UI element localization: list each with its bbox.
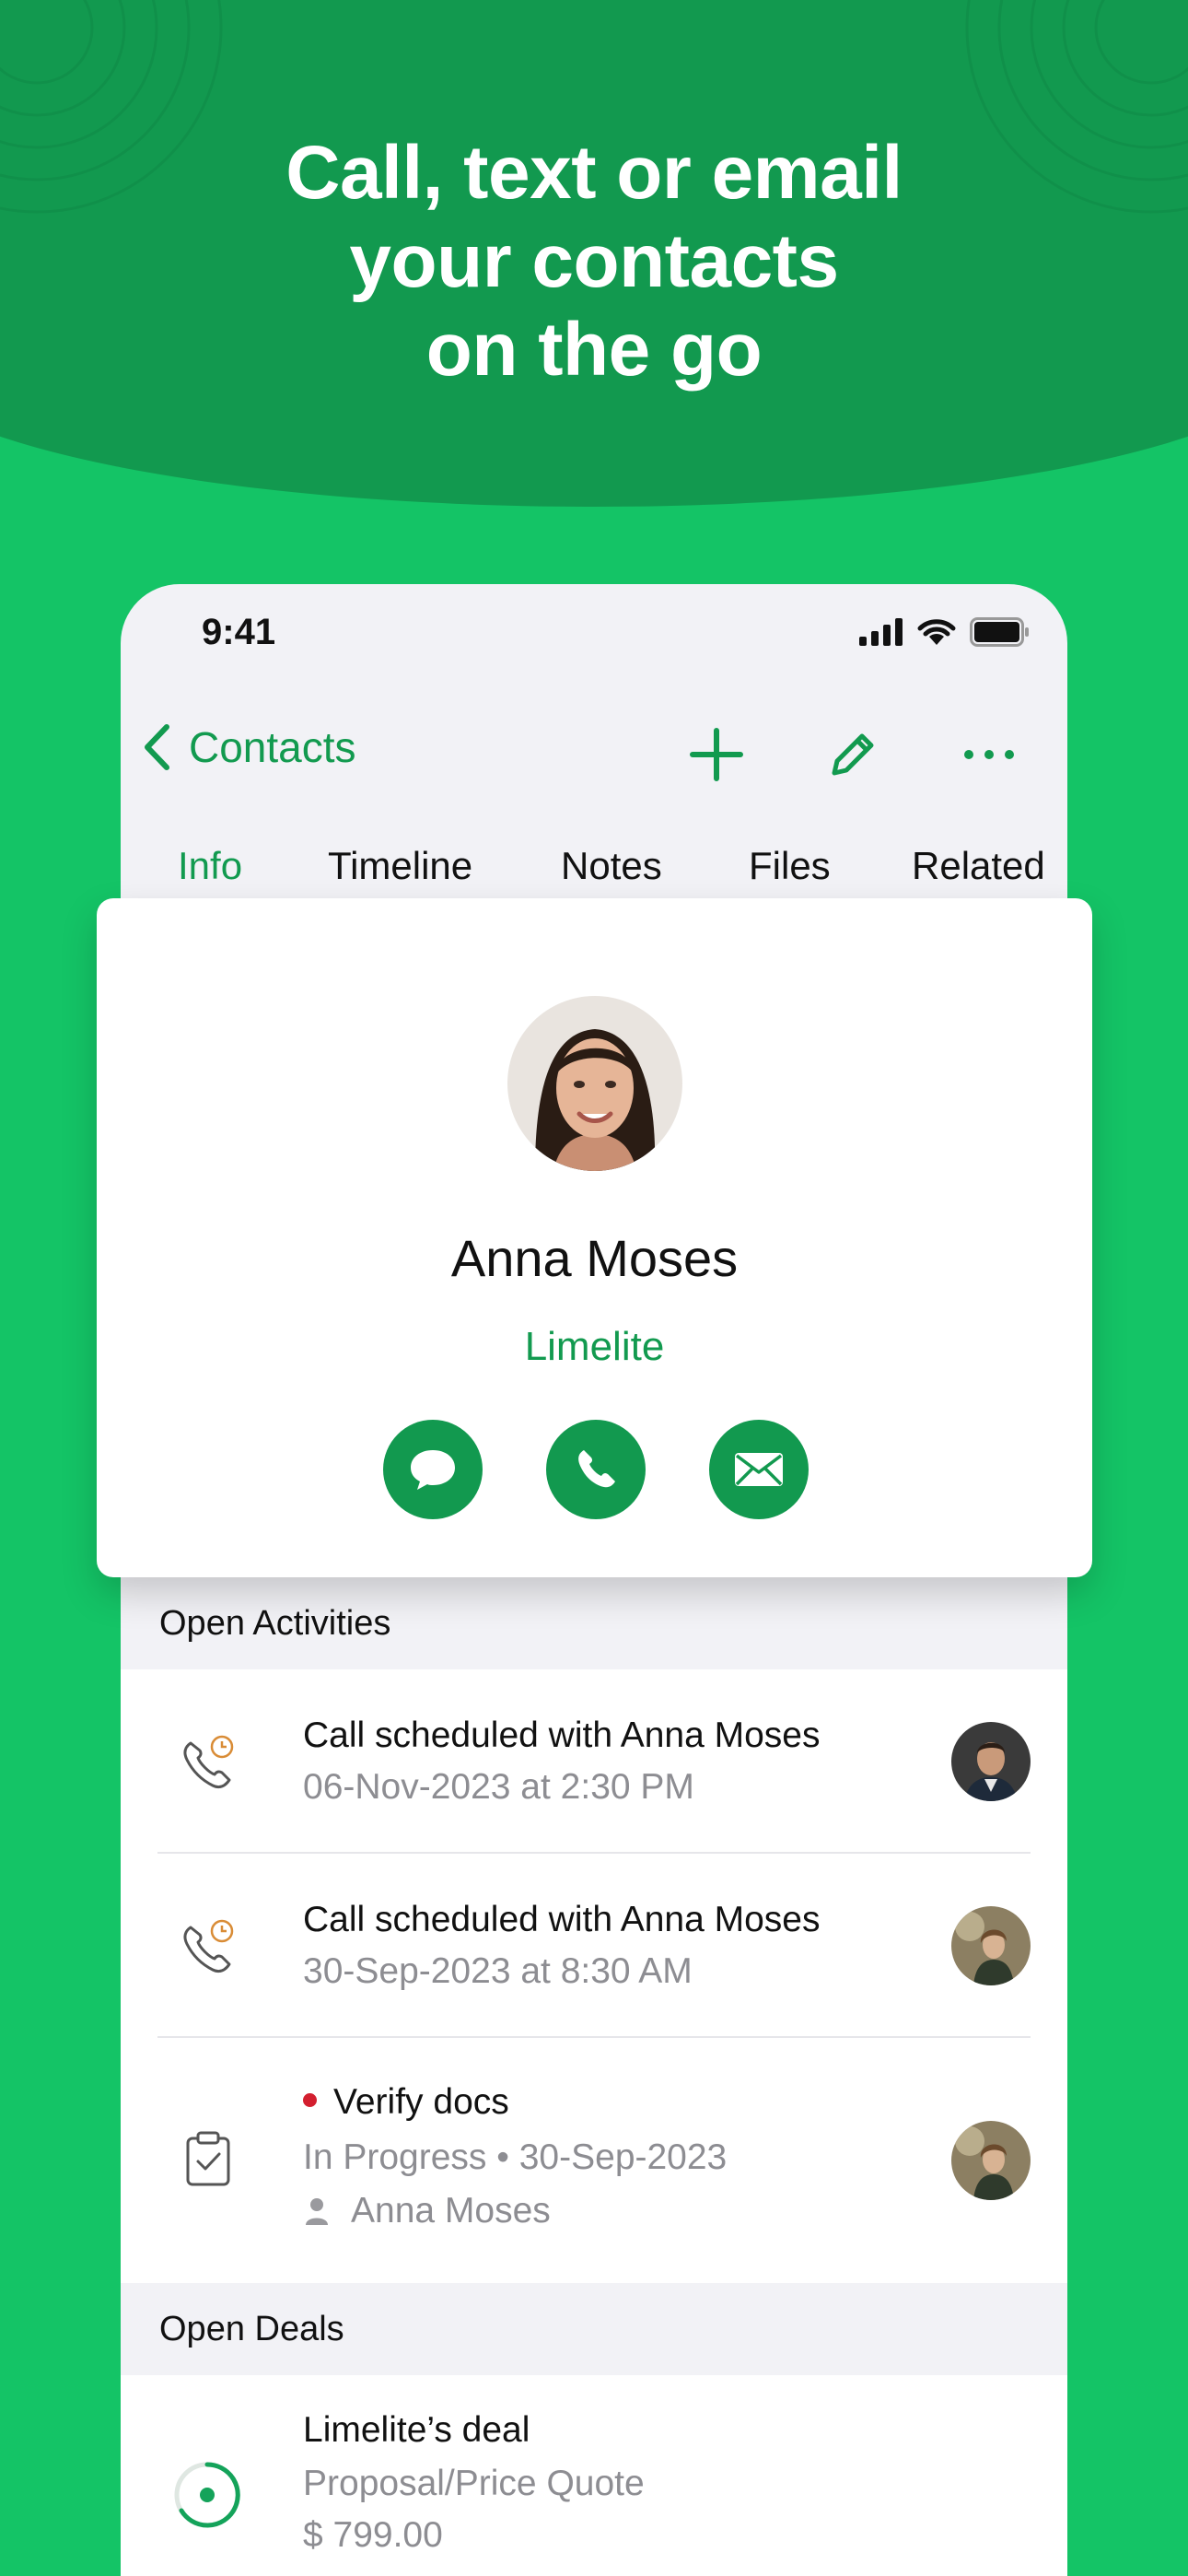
tab-info[interactable]: Info (178, 844, 242, 888)
status-time: 9:41 (202, 612, 276, 652)
task-title-text: Verify docs (333, 2082, 509, 2122)
headline-line-1: Call, text or email (285, 131, 903, 215)
navigation-bar: Contacts (121, 704, 1067, 805)
more-button[interactable] (948, 713, 1031, 796)
deal-stage: Proposal/Price Quote (303, 2464, 645, 2503)
open-deals-header: Open Deals (121, 2283, 1067, 2375)
chevron-left-icon (145, 724, 169, 770)
deal-row[interactable]: Limelite’s deal Proposal/Price Quote $ 7… (121, 2375, 1067, 2576)
activity-title: Call scheduled with Anna Moses (303, 1715, 821, 1755)
phone-icon (578, 1450, 615, 1488)
nav-actions (675, 713, 1031, 796)
scheduled-call-icon (176, 1914, 240, 1979)
owner-avatar (951, 1906, 1031, 1985)
add-button[interactable] (675, 713, 758, 796)
open-deals-list: Limelite’s deal Proposal/Price Quote $ 7… (121, 2375, 1067, 2576)
contact-name: Anna Moses (450, 1229, 739, 1287)
contact-avatar (507, 996, 682, 1171)
email-button[interactable] (709, 1420, 809, 1519)
wifi-icon (917, 619, 956, 645)
message-icon (411, 1450, 455, 1490)
owner-avatar (951, 2121, 1031, 2200)
task-owner: Anna Moses (303, 2191, 551, 2231)
owner-avatar (951, 1722, 1031, 1801)
activity-title: Call scheduled with Anna Moses (303, 1900, 821, 1939)
activity-row[interactable]: Call scheduled with Anna Moses 30-Sep-20… (121, 1854, 1067, 2038)
signal-icon (859, 618, 903, 646)
task-status: In Progress • 30-Sep-2023 (303, 2137, 728, 2177)
activity-datetime: 30-Sep-2023 at 8:30 AM (303, 1951, 693, 1991)
deal-progress-icon (172, 2460, 242, 2530)
deal-title: Limelite’s deal (303, 2410, 530, 2450)
back-label: Contacts (189, 723, 356, 771)
contact-actions (383, 1420, 809, 1519)
call-button[interactable] (546, 1420, 646, 1519)
plus-icon (690, 728, 743, 781)
activity-datetime: 06-Nov-2023 at 2:30 PM (303, 1767, 694, 1807)
headline-line-2: your contacts (349, 219, 839, 303)
person-icon (306, 2198, 328, 2225)
task-clipboard-icon (176, 2126, 240, 2191)
battery-icon (970, 617, 1029, 647)
open-activities-list: Call scheduled with Anna Moses 06-Nov-20… (121, 1669, 1067, 2283)
contact-card: Anna Moses Limelite (97, 898, 1092, 1577)
activity-row[interactable]: Verify docs In Progress • 30-Sep-2023 An… (121, 2038, 1067, 2283)
priority-dot (303, 2093, 317, 2108)
headline: Call, text or email your contacts on the… (0, 129, 1188, 394)
more-icon (964, 750, 1014, 759)
app-store-screenshot: Call, text or email your contacts on the… (0, 0, 1188, 2576)
edit-button[interactable] (811, 713, 894, 796)
activity-row[interactable]: Call scheduled with Anna Moses 06-Nov-20… (121, 1669, 1067, 1854)
phone-screen: 9:41 Contacts Info Timeline Notes Files … (121, 584, 1067, 2576)
message-button[interactable] (383, 1420, 483, 1519)
mail-icon (735, 1453, 783, 1486)
status-bar: 9:41 (121, 584, 1067, 676)
deal-amount: $ 799.00 (303, 2515, 443, 2555)
tab-notes[interactable]: Notes (561, 844, 662, 888)
task-title: Verify docs (303, 2082, 509, 2123)
pencil-icon (832, 733, 874, 776)
scheduled-call-icon (176, 1730, 240, 1795)
tab-related[interactable]: Related (912, 844, 1045, 888)
task-owner-name: Anna Moses (351, 2191, 551, 2231)
headline-line-3: on the go (425, 308, 763, 392)
open-activities-header: Open Activities (121, 1577, 1067, 1669)
status-icons (859, 617, 1031, 647)
back-button[interactable]: Contacts (141, 722, 356, 772)
contact-company-link[interactable]: Limelite (97, 1324, 1092, 1370)
tab-files[interactable]: Files (749, 844, 831, 888)
tab-timeline[interactable]: Timeline (328, 844, 472, 888)
